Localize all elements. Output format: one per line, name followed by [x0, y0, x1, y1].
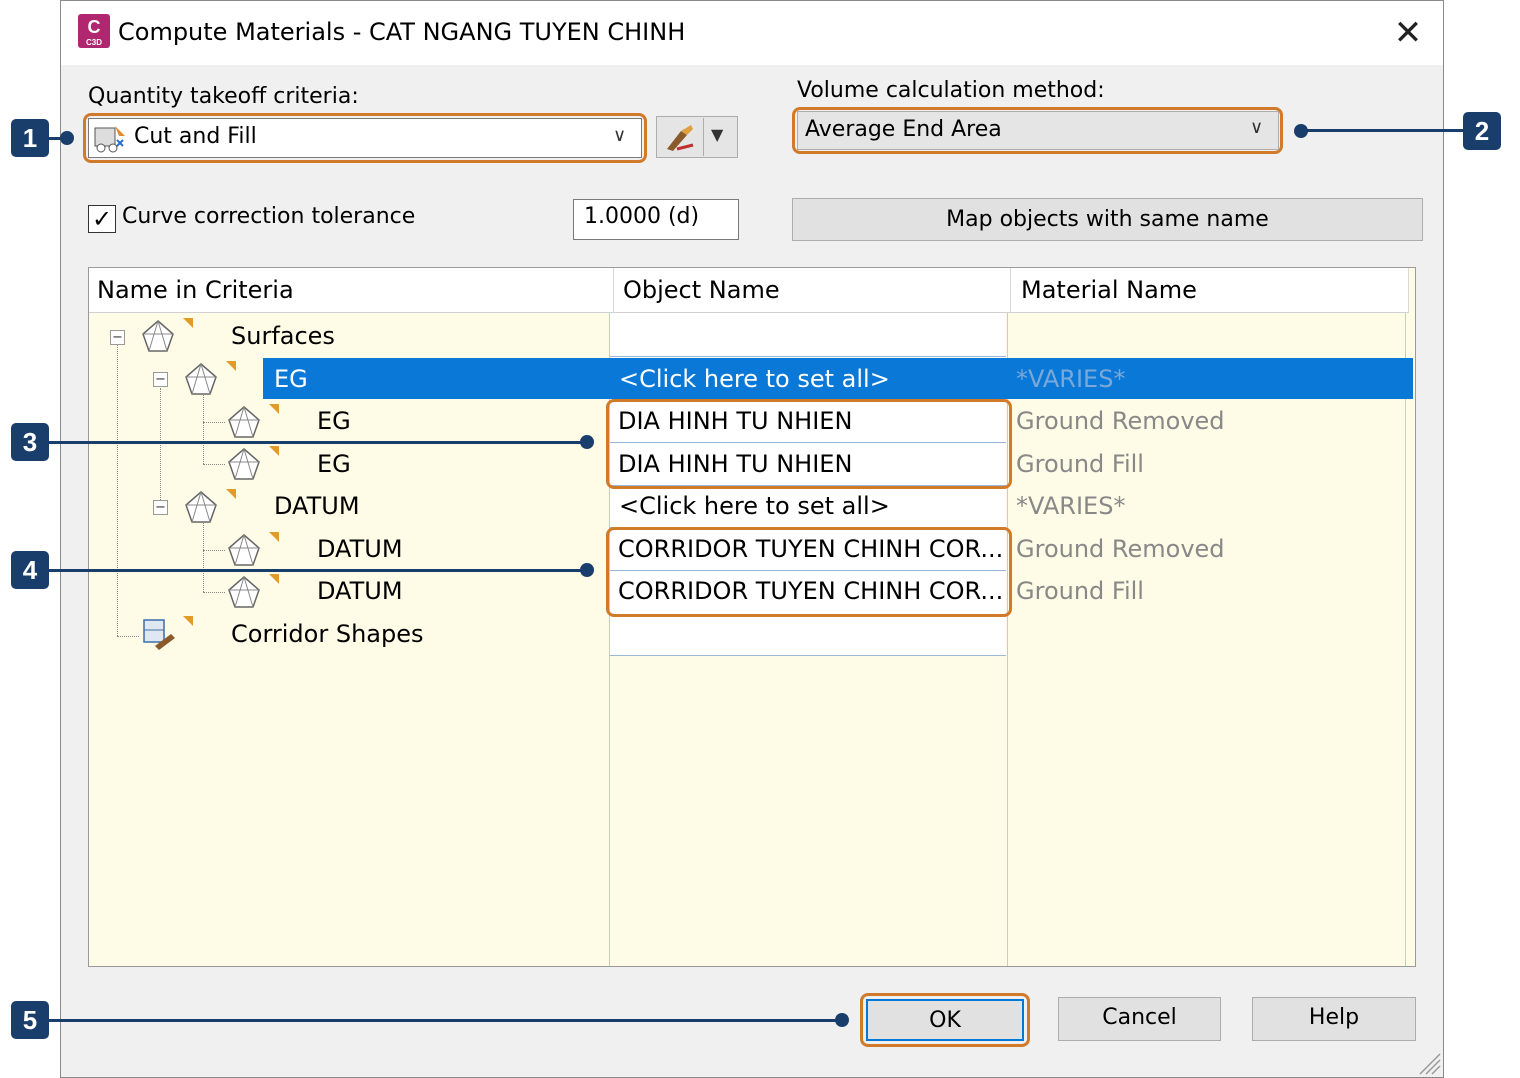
tree-item-eg-group[interactable]: EG	[274, 365, 308, 393]
window-title: Compute Materials - CAT NGANG TUYEN CHIN…	[118, 18, 686, 46]
flag-icon	[226, 489, 236, 499]
tree-line	[203, 422, 225, 423]
flag-icon	[183, 616, 193, 626]
header-separator	[1408, 268, 1409, 313]
callout-dot-1	[60, 131, 74, 145]
callout-dot-3	[580, 435, 594, 449]
resize-grip-icon[interactable]	[1414, 1048, 1442, 1076]
tree-item-surfaces[interactable]: Surfaces	[231, 322, 335, 350]
criteria-dropdown[interactable]: Cut and Fill ∨	[88, 118, 642, 158]
flag-icon	[269, 446, 279, 456]
collapse-icon[interactable]: −	[153, 372, 168, 387]
cancel-button[interactable]: Cancel	[1058, 997, 1221, 1041]
criteria-icon	[94, 126, 125, 153]
callout-4-highlight	[606, 527, 1012, 617]
callout-dot-4	[580, 563, 594, 577]
flag-icon	[269, 574, 279, 584]
flag-icon	[226, 361, 236, 371]
material-name-cell[interactable]: Ground Removed	[1016, 407, 1225, 435]
header-object-name[interactable]: Object Name	[623, 276, 780, 304]
collapse-icon[interactable]: −	[110, 330, 125, 345]
curve-tolerance-input[interactable]: 1.0000 (d)	[573, 199, 739, 240]
flag-icon	[183, 318, 193, 328]
map-objects-button[interactable]: Map objects with same name	[792, 198, 1423, 241]
help-button[interactable]: Help	[1252, 997, 1416, 1041]
flag-icon	[269, 532, 279, 542]
volume-label: Volume calculation method:	[797, 78, 1105, 103]
tree-line	[117, 345, 118, 636]
callout-badge-1: 1	[11, 119, 49, 157]
app-icon: C C3D	[78, 14, 110, 48]
corridor-shapes-icon	[143, 619, 175, 650]
tree-line	[203, 550, 225, 551]
tree-item-eg-cut[interactable]: EG	[317, 407, 351, 435]
pick-criteria-button[interactable]: ▼	[656, 116, 738, 158]
tree-line	[203, 592, 225, 593]
object-name-cell[interactable]: <Click here to set all>	[619, 365, 890, 393]
material-name-cell[interactable]: Ground Removed	[1016, 535, 1225, 563]
close-icon[interactable]: ✕	[1390, 16, 1426, 52]
curve-correction-label: Curve correction tolerance	[122, 204, 416, 229]
volume-method-value: Average End Area	[805, 117, 1002, 142]
tree-item-datum-group[interactable]: DATUM	[274, 492, 360, 520]
callout-line-5	[49, 1019, 842, 1022]
curve-correction-checkbox[interactable]: ✓	[88, 205, 116, 233]
tree-item-datum-fill[interactable]: DATUM	[317, 577, 403, 605]
material-name-cell[interactable]: *VARIES*	[1016, 365, 1125, 393]
tree-line	[117, 636, 139, 637]
callout-3-highlight	[606, 399, 1012, 489]
tree-item-eg-fill[interactable]: EG	[317, 450, 351, 478]
chevron-down-icon: ∨	[1250, 117, 1264, 138]
material-name-cell[interactable]: Ground Fill	[1016, 577, 1144, 605]
callout-dot-2	[1294, 124, 1308, 138]
callout-badge-3: 3	[11, 423, 49, 461]
tree-line	[203, 516, 204, 592]
volume-method-dropdown[interactable]: Average End Area ∨	[797, 111, 1279, 150]
button-separator	[703, 118, 704, 156]
flag-icon	[269, 404, 279, 414]
material-name-cell[interactable]: Ground Fill	[1016, 450, 1144, 478]
column-divider	[1405, 313, 1406, 966]
callout-badge-4: 4	[11, 551, 49, 589]
tree-line	[203, 464, 225, 465]
row-divider	[610, 655, 1006, 656]
header-separator	[613, 268, 614, 313]
header-separator	[1010, 268, 1011, 313]
chevron-down-icon: ▼	[711, 125, 724, 144]
callout-badge-2: 2	[1463, 112, 1501, 150]
surface-icon	[228, 448, 260, 480]
callout-line-3	[49, 441, 587, 444]
surface-icon	[185, 491, 217, 523]
ok-button[interactable]: OK	[866, 999, 1024, 1041]
surface-icon	[142, 320, 174, 352]
tree-item-datum-cut[interactable]: DATUM	[317, 535, 403, 563]
callout-line-4	[49, 569, 587, 572]
pick-icon	[667, 125, 694, 151]
criteria-value: Cut and Fill	[134, 124, 257, 149]
material-name-cell[interactable]: *VARIES*	[1016, 492, 1125, 520]
surface-icon	[228, 576, 260, 608]
surface-icon	[228, 406, 260, 438]
tree-line	[160, 388, 161, 506]
object-name-cell[interactable]: <Click here to set all>	[619, 492, 890, 520]
row-divider	[610, 356, 1006, 357]
checkmark-icon: ✓	[91, 205, 113, 233]
surface-icon	[228, 534, 260, 566]
criteria-label: Quantity takeoff criteria:	[88, 84, 359, 109]
tree-item-corridor-shapes[interactable]: Corridor Shapes	[231, 620, 424, 648]
callout-line-2	[1300, 129, 1464, 132]
callout-dot-5	[835, 1013, 849, 1027]
callout-badge-5: 5	[11, 1001, 49, 1039]
header-name-in-criteria[interactable]: Name in Criteria	[97, 276, 294, 304]
surface-icon	[185, 363, 217, 395]
tree-line	[203, 388, 204, 464]
header-material-name[interactable]: Material Name	[1021, 276, 1197, 304]
collapse-icon[interactable]: −	[153, 500, 168, 515]
chevron-down-icon: ∨	[613, 125, 627, 146]
